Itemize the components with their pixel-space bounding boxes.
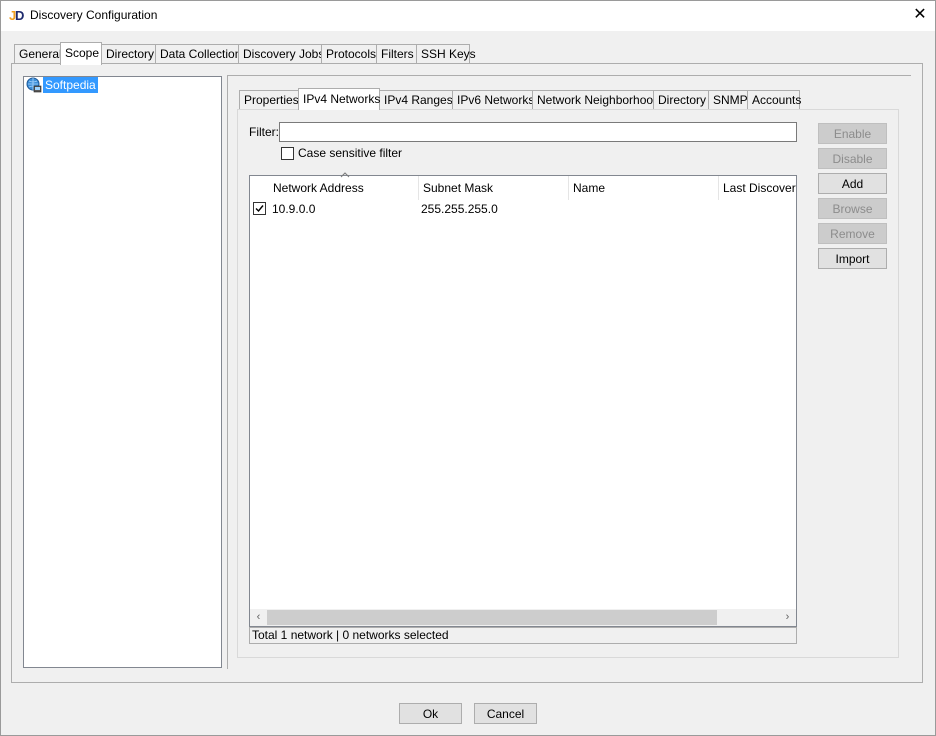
add-button[interactable]: Add bbox=[818, 173, 887, 194]
scroll-left-icon[interactable]: ‹ bbox=[250, 609, 267, 626]
disable-button[interactable]: Disable bbox=[818, 148, 887, 169]
tab-scope[interactable]: Scope bbox=[60, 42, 102, 65]
table-status-bar: Total 1 network | 0 networks selected bbox=[249, 627, 797, 644]
tab-filters[interactable]: Filters bbox=[376, 44, 417, 64]
networks-table[interactable] bbox=[249, 175, 797, 627]
tab-snmp[interactable]: SNMP bbox=[708, 90, 748, 109]
tab-ssh-keys[interactable]: SSH Keys bbox=[416, 44, 476, 64]
tab-general[interactable]: General bbox=[14, 44, 62, 64]
tab-network-neighborhood[interactable]: Network Neighborhood bbox=[532, 90, 660, 109]
cell-network-address: 10.9.0.0 bbox=[272, 202, 316, 216]
svg-text:D: D bbox=[15, 8, 24, 22]
column-header-network-address[interactable]: Network Address bbox=[269, 176, 419, 200]
window-title: Discovery Configuration bbox=[30, 8, 158, 22]
tab-ipv4-networks[interactable]: IPv4 Networks bbox=[298, 88, 380, 110]
tab-accounts[interactable]: Accounts bbox=[747, 90, 801, 109]
filter-input[interactable] bbox=[279, 122, 797, 142]
tab-discovery-jobs[interactable]: Discovery Jobs bbox=[238, 44, 324, 64]
browse-button[interactable]: Browse bbox=[818, 198, 887, 219]
case-sensitive-checkbox[interactable] bbox=[281, 147, 294, 160]
ok-button[interactable]: Ok bbox=[399, 703, 462, 724]
tab-directory[interactable]: Directory bbox=[101, 44, 156, 64]
remove-button[interactable]: Remove bbox=[818, 223, 887, 244]
app-logo-icon: J D bbox=[9, 8, 24, 22]
scope-tree[interactable] bbox=[23, 76, 222, 668]
import-button[interactable]: Import bbox=[818, 248, 887, 269]
filter-label: Filter: bbox=[249, 125, 279, 139]
checkmark-icon bbox=[255, 205, 264, 213]
tab-protocols[interactable]: Protocols bbox=[321, 44, 377, 64]
tab-properties[interactable]: Properties bbox=[239, 90, 299, 109]
column-header-subnet-mask[interactable]: Subnet Mask bbox=[419, 176, 569, 200]
cancel-button[interactable]: Cancel bbox=[474, 703, 537, 724]
tab-scope-directory[interactable]: Directory bbox=[653, 90, 709, 109]
cell-subnet-mask: 255.255.255.0 bbox=[421, 202, 498, 216]
close-icon[interactable]: ✕ bbox=[906, 4, 934, 26]
case-sensitive-label: Case sensitive filter bbox=[298, 146, 403, 160]
scrollbar-thumb[interactable] bbox=[267, 610, 717, 625]
row-checkbox[interactable] bbox=[253, 202, 266, 215]
sort-ascending-icon bbox=[340, 172, 350, 178]
tree-item-softpedia[interactable]: Softpedia bbox=[43, 77, 98, 93]
network-globe-icon bbox=[26, 77, 42, 93]
tab-data-collection[interactable]: Data Collection bbox=[155, 44, 241, 64]
tab-ipv4-ranges[interactable]: IPv4 Ranges bbox=[379, 90, 453, 109]
tab-ipv6-networks[interactable]: IPv6 Networks bbox=[452, 90, 534, 109]
column-header-name[interactable]: Name bbox=[569, 176, 719, 200]
column-header-last-discovered[interactable]: Last Discovered bbox=[719, 176, 796, 200]
enable-button[interactable]: Enable bbox=[818, 123, 887, 144]
scroll-right-icon[interactable]: › bbox=[779, 609, 796, 626]
